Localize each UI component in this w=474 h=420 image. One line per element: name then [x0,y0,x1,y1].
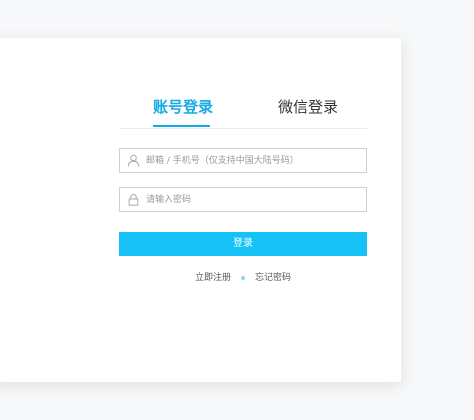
user-icon [127,154,140,167]
tab-account-login[interactable]: 账号登录 [153,96,213,118]
active-tab-indicator [153,125,210,127]
email-input[interactable] [146,149,360,172]
dot-separator [241,276,245,280]
login-tabs: 账号登录 微信登录 [119,96,367,129]
register-link[interactable]: 立即注册 [195,271,231,285]
password-input[interactable] [146,188,360,211]
forgot-password-link[interactable]: 忘记密码 [255,271,291,285]
email-field-box [119,148,367,173]
lock-icon [128,193,139,206]
password-field-box [119,187,367,212]
login-button[interactable]: 登录 [119,232,367,256]
tab-wechat-login[interactable]: 微信登录 [278,96,338,118]
auxiliary-links: 立即注册 忘记密码 [119,271,367,285]
